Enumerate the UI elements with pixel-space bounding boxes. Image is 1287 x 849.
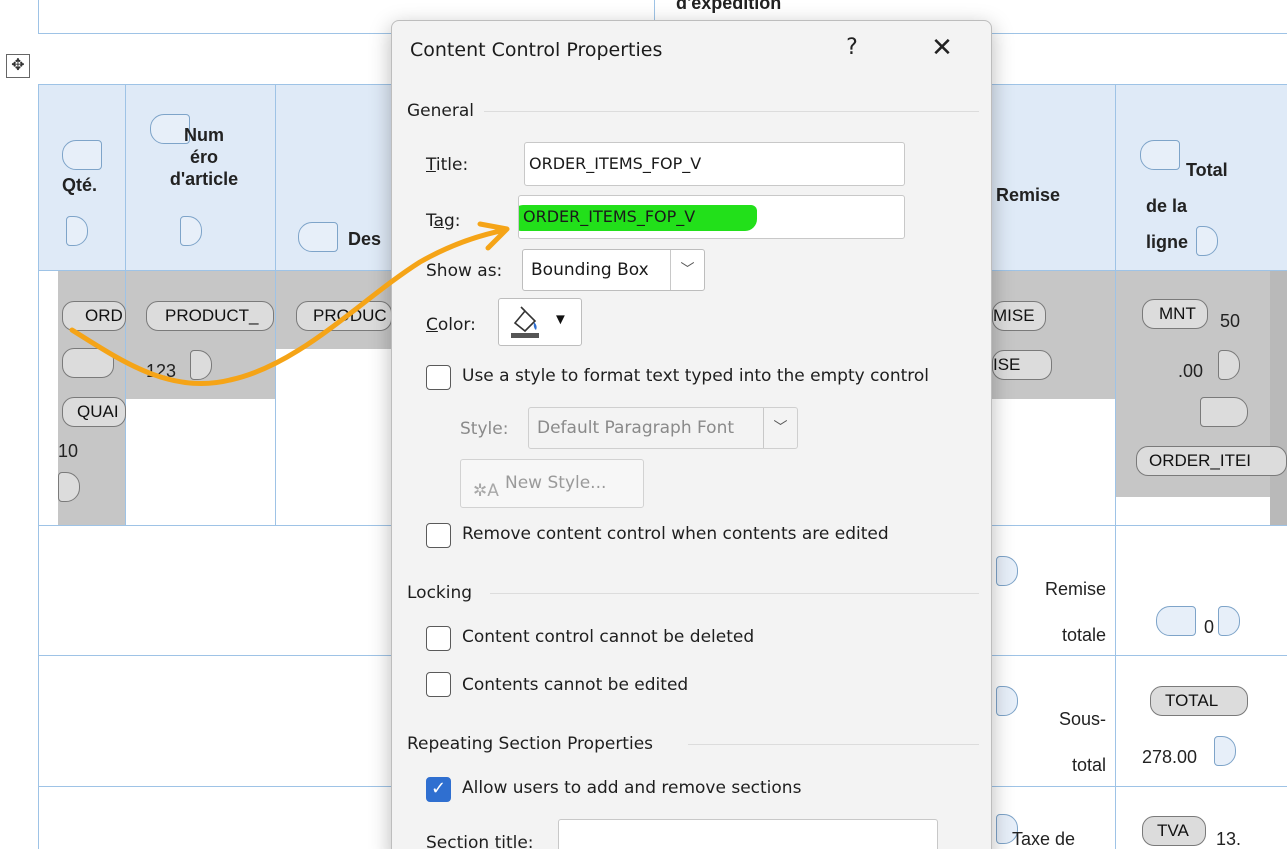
section-repeating: Repeating Section Properties	[407, 734, 654, 754]
table-border	[38, 84, 39, 849]
remove-cc-label: Remove content control when contents are…	[462, 524, 889, 544]
section-general: General	[407, 101, 474, 121]
style-select[interactable]: Default Paragraph Font ﹀	[528, 407, 798, 449]
sous-total-label: Sous- total	[1058, 709, 1106, 775]
content-control-end	[1218, 606, 1240, 636]
top-text: d'expédition	[676, 0, 782, 13]
content-control-start	[298, 222, 338, 252]
tag-nested-start[interactable]	[62, 348, 114, 378]
section-locking: Locking	[407, 583, 473, 603]
tag-input-value: ORDER_ITEMS_FOP_V	[523, 207, 696, 226]
content-control-end	[1200, 397, 1248, 427]
color-label: Color:	[426, 315, 476, 335]
close-icon[interactable]: ✕	[926, 33, 958, 65]
content-control-start	[1156, 606, 1196, 636]
help-icon[interactable]: ?	[838, 35, 866, 65]
color-picker-button[interactable]: ▼	[498, 298, 582, 346]
use-style-checkbox[interactable]	[426, 365, 451, 390]
tag-tva[interactable]: TVA	[1142, 816, 1206, 846]
table-move-handle-icon[interactable]: ✥	[6, 54, 30, 78]
total-value: 278.00	[1142, 747, 1198, 767]
header-item-number: Num éro d'article	[169, 125, 239, 189]
taxe-label: Taxe de	[1012, 829, 1076, 849]
use-style-label: Use a style to format text typed into th…	[462, 366, 930, 386]
chevron-down-icon: ﹀	[670, 250, 704, 290]
header-description: Des	[348, 229, 382, 249]
value-mnt-2: .00	[1178, 361, 1204, 381]
cannot-edit-label: Contents cannot be edited	[462, 675, 689, 695]
caret-down-icon: ▼	[553, 311, 568, 328]
tag-order-items[interactable]: ORDER_ITEI	[1136, 446, 1287, 476]
section-title-label: Section title:	[426, 833, 534, 849]
remove-cc-checkbox[interactable]	[426, 523, 451, 548]
section-divider	[490, 593, 979, 594]
tag-mnt[interactable]: MNT	[1142, 299, 1208, 329]
cannot-edit-checkbox[interactable]	[426, 672, 451, 697]
tag-remise-a[interactable]: MISE	[992, 301, 1046, 331]
tag-label: Tag:	[426, 211, 461, 231]
show-as-value: Bounding Box	[531, 260, 649, 280]
value-qty-10: 10	[58, 441, 79, 461]
section-divider	[688, 744, 979, 745]
dialog-title: Content Control Properties	[410, 39, 663, 61]
tag-input[interactable]: ORDER_ITEMS_FOP_V	[518, 195, 905, 239]
new-style-label: New Style...	[505, 473, 607, 493]
cannot-delete-checkbox[interactable]	[426, 626, 451, 651]
section-title-input[interactable]	[558, 819, 938, 849]
style-label: Style:	[460, 419, 509, 439]
tva-value: 13.	[1216, 829, 1242, 849]
new-style-button[interactable]: ✲A New Style...	[460, 459, 644, 508]
table-border	[125, 84, 126, 525]
repeating-section-band	[1270, 271, 1287, 525]
tag-total[interactable]: TOTAL	[1150, 686, 1248, 716]
content-control-start	[62, 140, 102, 170]
tag-product-desc[interactable]: PRODUC	[296, 301, 392, 331]
tag-product-num[interactable]: PRODUCT_	[146, 301, 274, 331]
style-value: Default Paragraph Font	[537, 418, 735, 438]
table-border	[38, 0, 39, 34]
value-mnt-1: 50	[1220, 311, 1241, 331]
header-qty: Qté.	[62, 175, 98, 195]
section-divider	[484, 111, 979, 112]
tag-quan[interactable]: QUAI	[62, 397, 126, 427]
new-style-icon: ✲A	[473, 481, 499, 501]
table-border	[275, 84, 276, 525]
tag-ord[interactable]: ORD	[62, 301, 126, 331]
value-123: 123	[146, 361, 177, 381]
table-border	[1115, 84, 1116, 849]
tag-remise-b[interactable]: ISE	[992, 350, 1052, 380]
show-as-select[interactable]: Bounding Box ﹀	[522, 249, 705, 291]
title-label: Title:	[426, 155, 469, 175]
chevron-down-icon: ﹀	[763, 408, 797, 448]
allow-add-remove-checkbox[interactable]: ✓	[426, 777, 451, 802]
remise-totale-label: Remise totale	[1044, 579, 1106, 645]
allow-add-remove-label: Allow users to add and remove sections	[462, 778, 802, 798]
show-as-label: Show as:	[426, 261, 503, 281]
title-input[interactable]: ORDER_ITEMS_FOP_V	[524, 142, 905, 186]
header-discount: Remise	[996, 185, 1061, 205]
cannot-delete-label: Content control cannot be deleted	[462, 627, 755, 647]
paint-bucket-icon	[511, 306, 539, 338]
content-control-end	[1214, 736, 1236, 766]
content-control-properties-dialog: Content Control Properties ? ✕ General T…	[391, 20, 992, 849]
remise-totale-value: 0	[1204, 617, 1215, 637]
